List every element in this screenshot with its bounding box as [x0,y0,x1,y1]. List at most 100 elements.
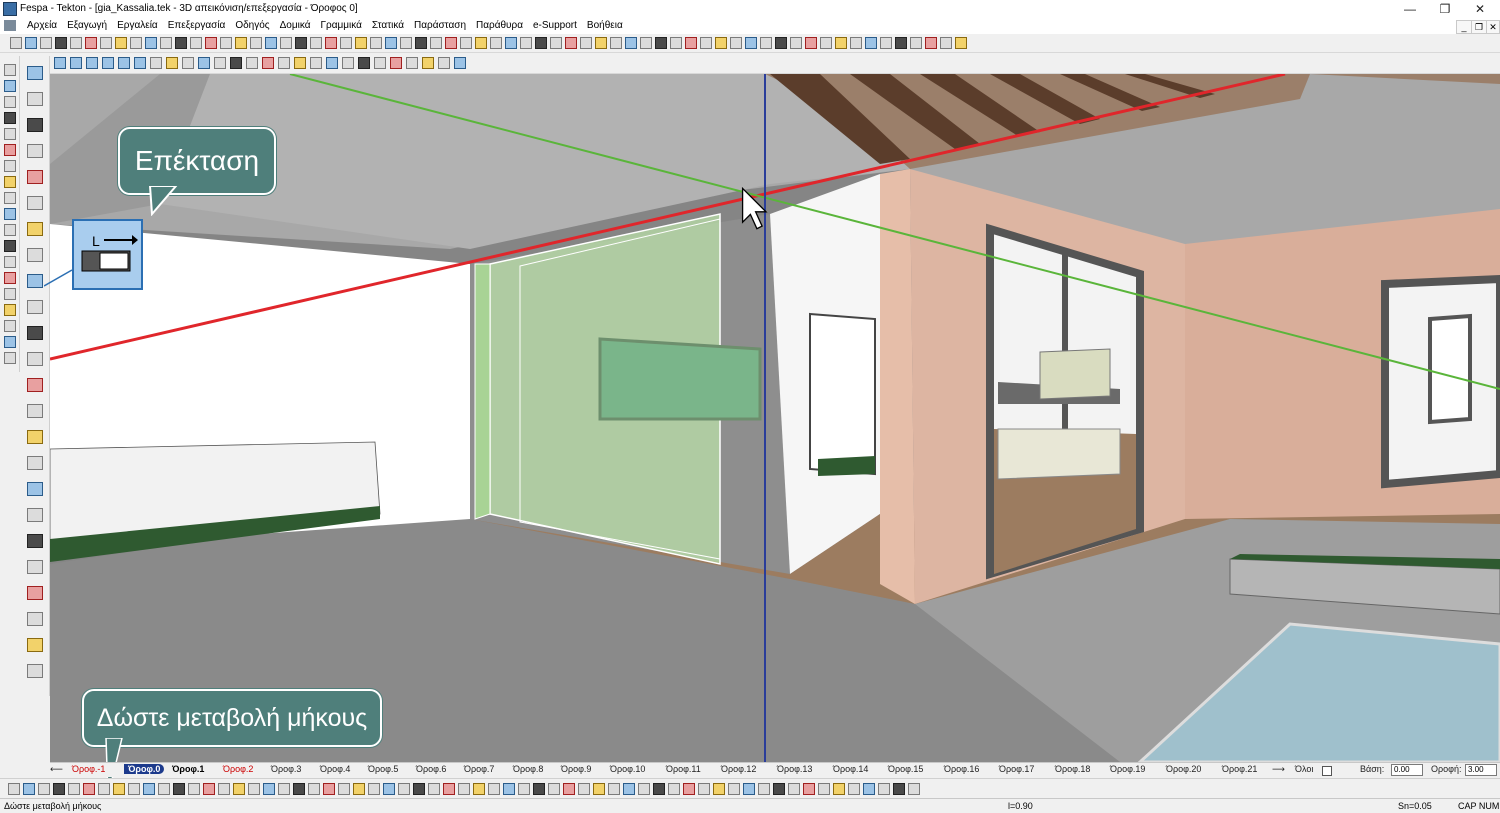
toolbar-button-icon[interactable] [4,112,16,124]
toolbar-button-icon[interactable] [955,37,967,49]
toolbar-button-icon[interactable] [940,37,952,49]
toolbar-button-icon[interactable] [4,64,16,76]
floor-tab[interactable]: Όροφ.2 [223,764,253,774]
toolbar-button-icon[interactable] [638,783,650,795]
toolbar-button-icon[interactable] [295,37,307,49]
toolbar-button-icon[interactable] [145,37,157,49]
toolbar-button-icon[interactable] [70,57,82,69]
toolbar-button-icon[interactable] [803,783,815,795]
toolbar-button-icon[interactable] [865,37,877,49]
toolbar-button-icon[interactable] [758,783,770,795]
floor-tab[interactable]: Όροφ.14 [833,764,868,774]
toolbar-button-icon[interactable] [445,37,457,49]
toolbar-button-icon[interactable] [27,482,43,496]
toolbar-button-icon[interactable] [4,304,16,316]
floor-tab[interactable]: Όροφ.20 [1166,764,1201,774]
toolbar-button-icon[interactable] [895,37,907,49]
toolbar-button-icon[interactable] [27,66,43,80]
toolbar-button-icon[interactable] [518,783,530,795]
mdi-close-button[interactable]: ✕ [1486,20,1500,34]
toolbar-button-icon[interactable] [220,37,232,49]
toolbar-button-icon[interactable] [713,783,725,795]
menu-linear[interactable]: Γραμμικά [316,19,367,33]
toolbar-button-icon[interactable] [4,80,16,92]
toolbar-button-icon[interactable] [27,300,43,314]
toolbar-button-icon[interactable] [443,783,455,795]
toolbar-button-icon[interactable] [925,37,937,49]
toolbar-button-icon[interactable] [805,37,817,49]
toolbar-button-icon[interactable] [118,57,130,69]
toolbar-button-icon[interactable] [27,638,43,652]
toolbar-button-icon[interactable] [160,37,172,49]
floor-tab[interactable]: Όροφ.12 [721,764,756,774]
tab-scroll-right-icon[interactable]: ⟶ [1272,764,1285,775]
toolbar-button-icon[interactable] [27,456,43,470]
toolbar-button-icon[interactable] [475,37,487,49]
floor-tab[interactable]: Όροφ.7 [464,764,494,774]
toolbar-button-icon[interactable] [4,176,16,188]
toolbar-button-icon[interactable] [205,37,217,49]
toolbar-button-icon[interactable] [246,57,258,69]
toolbar-button-icon[interactable] [27,378,43,392]
toolbar-button-icon[interactable] [113,783,125,795]
toolbar-button-icon[interactable] [134,57,146,69]
toolbar-button-icon[interactable] [580,37,592,49]
toolbar-button-icon[interactable] [23,783,35,795]
toolbar-button-icon[interactable] [490,37,502,49]
toolbar-button-icon[interactable] [595,37,607,49]
toolbar-button-icon[interactable] [790,37,802,49]
toolbar-button-icon[interactable] [310,57,322,69]
minimize-button[interactable]: — [1392,0,1428,18]
toolbar-button-icon[interactable] [473,783,485,795]
toolbar-button-icon[interactable] [158,783,170,795]
toolbar-button-icon[interactable] [326,57,338,69]
toolbar-button-icon[interactable] [565,37,577,49]
toolbar-button-icon[interactable] [130,37,142,49]
toolbar-button-icon[interactable] [190,37,202,49]
menu-windows[interactable]: Παράθυρα [471,19,528,33]
menu-guide[interactable]: Οδηγός [230,19,274,33]
toolbar-button-icon[interactable] [533,783,545,795]
toolbar-button-icon[interactable] [833,783,845,795]
toolbar-button-icon[interactable] [262,57,274,69]
toolbar-button-icon[interactable] [27,664,43,678]
toolbar-button-icon[interactable] [383,783,395,795]
toolbar-button-icon[interactable] [8,783,20,795]
menu-file[interactable]: Αρχεία [22,19,62,33]
toolbar-button-icon[interactable] [910,37,922,49]
toolbar-button-icon[interactable] [4,128,16,140]
mdi-minimize-button[interactable]: _ [1456,20,1472,34]
toolbar-button-icon[interactable] [218,783,230,795]
toolbar-button-icon[interactable] [55,37,67,49]
toolbar-button-icon[interactable] [294,57,306,69]
toolbar-button-icon[interactable] [214,57,226,69]
toolbar-button-icon[interactable] [578,783,590,795]
toolbar-button-icon[interactable] [698,783,710,795]
toolbar-button-icon[interactable] [353,783,365,795]
menu-edit[interactable]: Επεξεργασία [163,19,231,33]
toolbar-button-icon[interactable] [550,37,562,49]
toolbar-button-icon[interactable] [593,783,605,795]
floor-tab[interactable]: Όροφ.11 [666,764,701,774]
floor-tab[interactable]: Όροφ.4 [320,764,350,774]
toolbar-button-icon[interactable] [422,57,434,69]
document-icon[interactable] [4,20,16,31]
floor-tab[interactable]: Όροφ.5 [368,764,398,774]
toolbar-button-icon[interactable] [880,37,892,49]
app-icon[interactable] [3,2,17,16]
toolbar-button-icon[interactable] [745,37,757,49]
toolbar-button-icon[interactable] [263,783,275,795]
menu-view[interactable]: Παράσταση [409,19,471,33]
menu-esupport[interactable]: e-Support [528,19,582,33]
floor-tab[interactable]: Όροφ.9 [561,764,591,774]
toolbar-button-icon[interactable] [454,57,466,69]
toolbar-button-icon[interactable] [488,783,500,795]
toolbar-button-icon[interactable] [250,37,262,49]
toolbar-button-icon[interactable] [4,160,16,172]
toolbar-button-icon[interactable] [4,144,16,156]
toolbar-button-icon[interactable] [390,57,402,69]
toolbar-button-icon[interactable] [760,37,772,49]
toolbar-button-icon[interactable] [670,37,682,49]
toolbar-button-icon[interactable] [338,783,350,795]
floor-tab[interactable]: Όροφ.10 [610,764,645,774]
